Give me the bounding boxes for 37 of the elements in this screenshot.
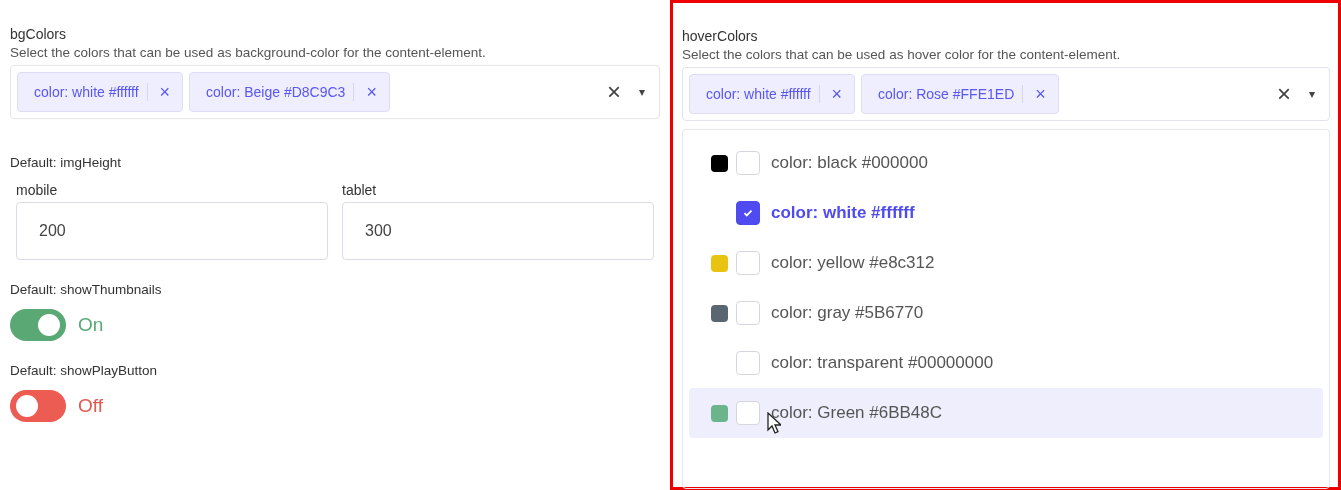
dropdown-option[interactable]: color: Green #6BB48C (689, 388, 1323, 438)
multiselect-field[interactable]: color: white #ffffff × color: Beige #D8C9C3 × × ▾ (10, 65, 660, 119)
toggle-state-text: On (78, 314, 104, 336)
field-description: Select the colors that can be used as hover color for the content-element. (682, 47, 1122, 62)
field-label: hoverColors (682, 28, 759, 44)
field-description: Select the colors that can be used as background-color for the content-element. (10, 45, 487, 60)
toggle-state-text: Off (78, 395, 103, 417)
remove-tag-button[interactable]: × (155, 81, 175, 103)
remove-tag-button[interactable]: × (362, 81, 381, 103)
dropdown-caret[interactable]: ▾ (1301, 87, 1323, 101)
number-input[interactable]: 200 (16, 202, 328, 260)
checkmark-icon (742, 207, 754, 219)
field-label: Default: showThumbnails (10, 282, 163, 297)
input-label: mobile (16, 182, 59, 198)
checkbox[interactable] (736, 201, 760, 225)
tag-label: color: white #ffffff (34, 84, 139, 100)
field-label: bgColors (10, 26, 68, 42)
tag-label: color: Beige #D8C9C3 (206, 84, 346, 100)
dropdown-caret[interactable]: ▾ (631, 85, 653, 99)
dropdown-option[interactable]: color: yellow #e8c312 (689, 238, 1323, 288)
tag-label: color: white #ffffff (706, 86, 811, 102)
multiselect-field[interactable]: color: white #ffffff × color: Rose #FFE1ED × × ▾ (682, 67, 1330, 121)
clear-button[interactable]: × (603, 78, 625, 106)
dropdown-option[interactable]: color: transparent #00000000 (689, 338, 1323, 388)
field-label: Default: showPlayButton (10, 363, 159, 378)
dropdown-option[interactable]: color: gray #5B6770 (689, 288, 1323, 338)
dropdown-option[interactable]: color: black #000000 (689, 138, 1323, 188)
field-label: Default: imgHeight (10, 155, 123, 170)
tag-label: color: Rose #FFE1ED (878, 86, 1015, 102)
number-input[interactable]: 300 (342, 202, 654, 260)
dropdown-option[interactable]: color: white #ffffff (689, 188, 1323, 238)
toggle-switch[interactable] (10, 390, 66, 422)
remove-tag-button[interactable]: × (1031, 83, 1050, 105)
input-label: tablet (342, 182, 378, 198)
toggle-switch[interactable] (10, 309, 66, 341)
clear-button[interactable]: × (1273, 80, 1295, 108)
remove-tag-button[interactable]: × (827, 83, 847, 105)
